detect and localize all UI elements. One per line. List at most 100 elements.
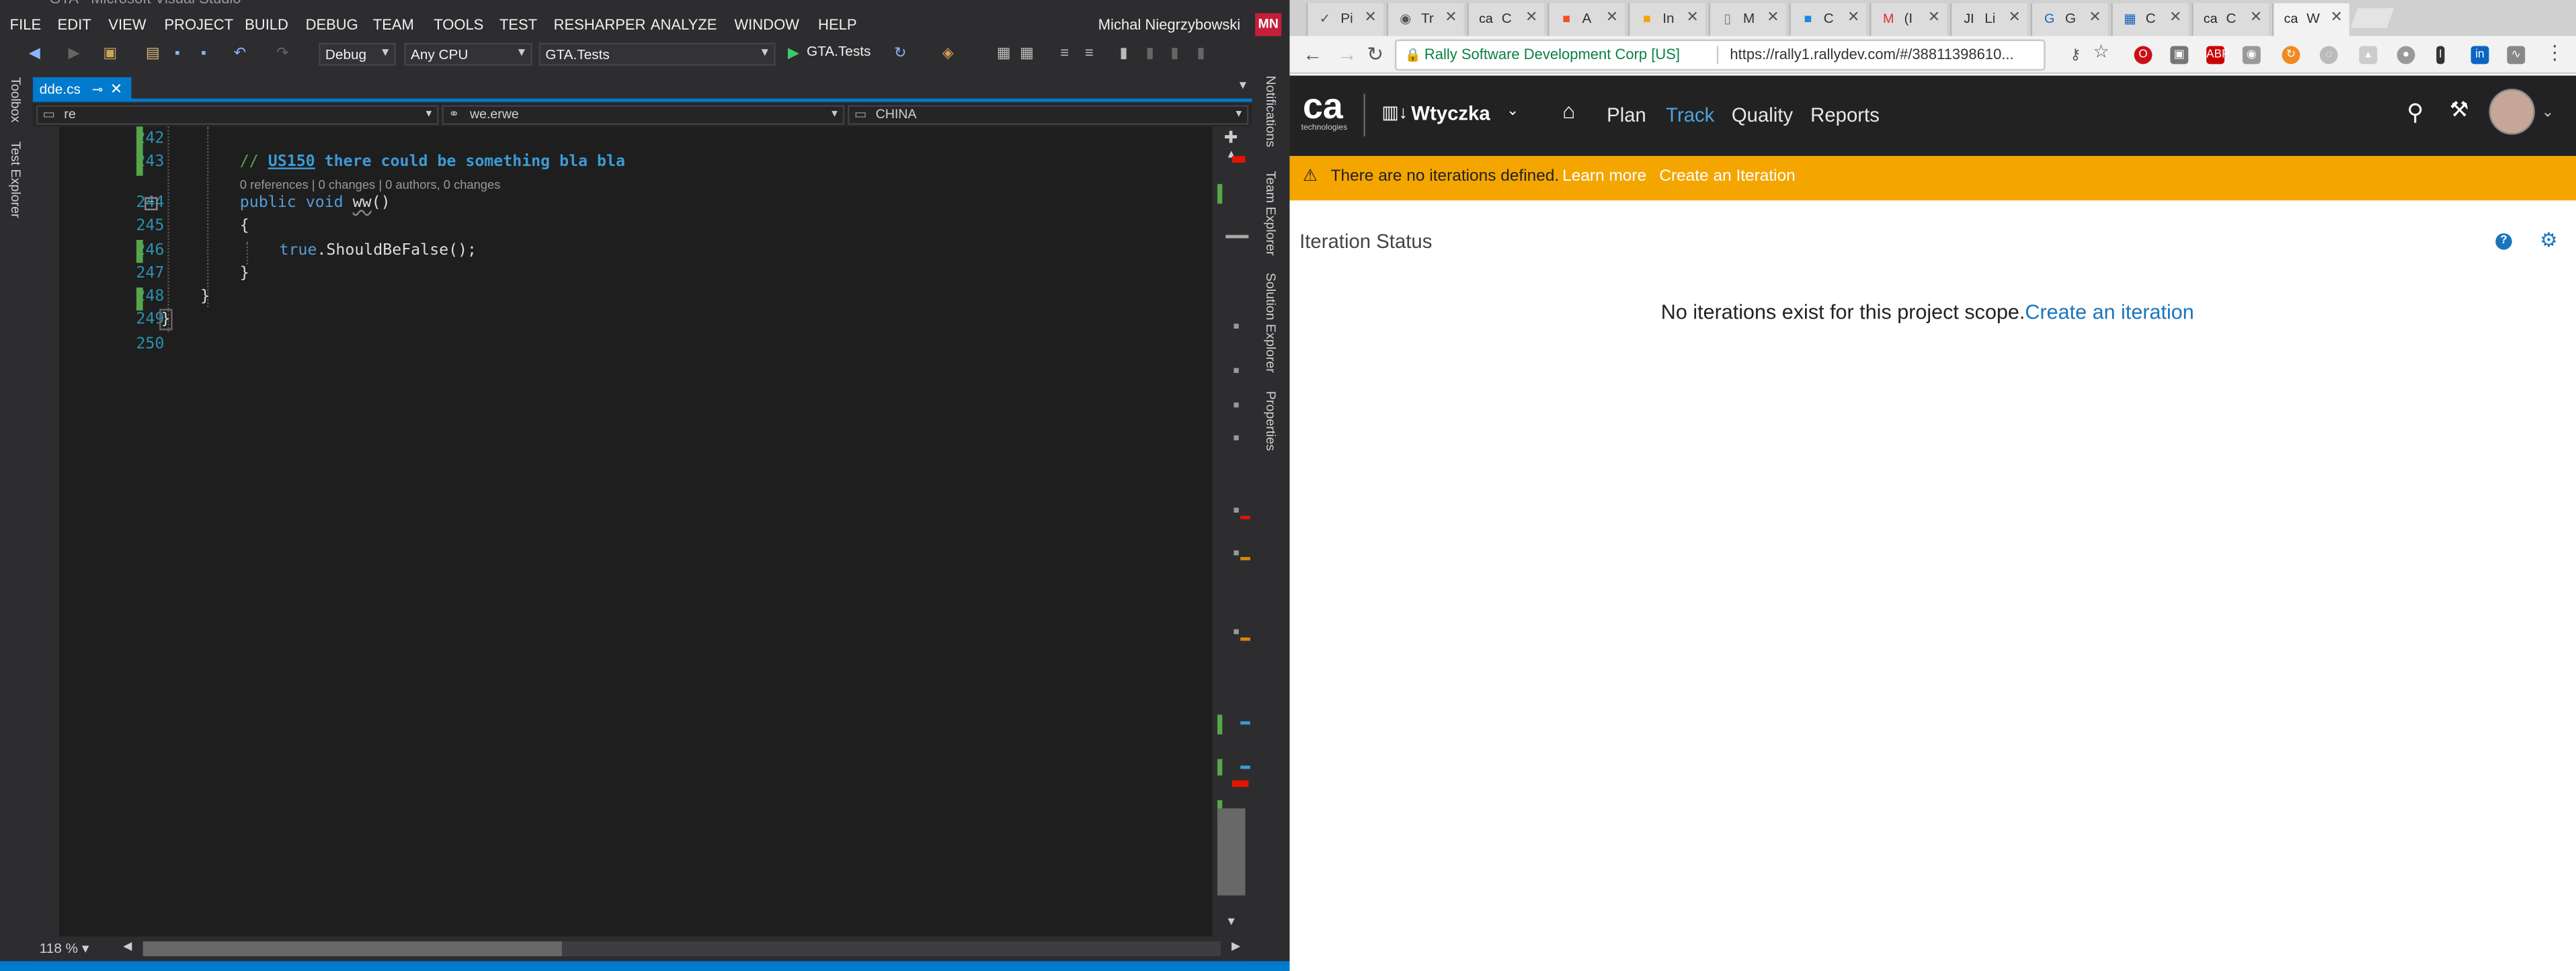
solution-explorer-tab[interactable]: Solution Explorer — [1263, 273, 1278, 373]
key-icon[interactable]: ⚷ — [2070, 41, 2081, 69]
document-tab[interactable]: dde.cs ⊸ ✕ — [32, 77, 132, 102]
properties-tab[interactable]: Properties — [1263, 391, 1278, 451]
close-icon[interactable]: ✕ — [1767, 8, 1779, 26]
extension-icon[interactable]: ∿ — [2507, 46, 2526, 65]
new-project-icon[interactable]: ▣ — [102, 44, 118, 60]
chevron-down-icon[interactable]: ⌄ — [2542, 103, 2554, 122]
linkedin-icon[interactable]: in — [2470, 46, 2489, 65]
back-icon[interactable]: ← — [1303, 43, 1322, 66]
adblock-icon[interactable]: ABP — [2206, 46, 2229, 65]
menu-file[interactable]: FILE — [10, 16, 41, 32]
start-debugging-icon[interactable]: ▶ — [785, 44, 801, 60]
extension-icon[interactable]: ▴ — [2359, 46, 2378, 65]
nav-quality[interactable]: Quality — [1732, 103, 1793, 126]
menu-edit[interactable]: EDIT — [58, 16, 91, 32]
browser-tab[interactable]: ■ In ✕ — [1627, 3, 1705, 36]
address-bar[interactable]: 🔒 Rally Software Development Corp [US] h… — [1394, 39, 2109, 71]
bookmark-star-icon[interactable]: ☆ — [2093, 40, 2109, 68]
close-icon[interactable]: ✕ — [2089, 8, 2101, 26]
avatar[interactable] — [2489, 89, 2535, 135]
browser-tab[interactable]: ca C ✕ — [2191, 3, 2269, 36]
split-icon[interactable]: ✚ — [1224, 130, 1238, 148]
close-icon[interactable]: ✕ — [1928, 8, 1940, 26]
extension-icon[interactable]: ● — [2397, 46, 2415, 65]
menu-debug[interactable]: DEBUG — [306, 16, 358, 32]
tools-icon[interactable]: ⚒ — [2450, 97, 2468, 123]
scroll-down-icon[interactable]: ▼ — [1225, 917, 1237, 928]
uncomment-icon[interactable]: ≡ — [1081, 44, 1097, 60]
tab-overflow-icon[interactable]: ▼ — [1237, 81, 1248, 92]
browser-tab[interactable]: ✓ Pi ✕ — [1305, 3, 1383, 36]
close-icon[interactable]: ✕ — [1847, 8, 1859, 26]
notifications-tab[interactable]: Notifications — [1263, 75, 1278, 147]
solution-configuration-select[interactable]: Debug ▼ — [319, 42, 396, 66]
vertical-scrollbar[interactable]: ✚ ▲ ▼ — [1212, 126, 1252, 937]
gear-icon[interactable]: ⚙ — [2540, 228, 2557, 251]
bookmark-clear-icon[interactable]: ▮ — [1193, 44, 1209, 60]
test-explorer-tab[interactable]: Test Explorer — [8, 141, 23, 218]
close-icon[interactable]: ✕ — [1687, 8, 1699, 26]
type-select[interactable]: ⚭ we.erwe ▼ — [442, 105, 845, 125]
scroll-right-icon[interactable]: ▶ — [1232, 940, 1240, 953]
pin-icon[interactable]: ⊸ — [92, 77, 103, 102]
lock-icon[interactable]: 🔒 — [1405, 41, 1421, 69]
horizontal-scrollbar[interactable]: ◀ ▶ — [123, 941, 1240, 956]
close-icon[interactable]: ✕ — [2009, 8, 2021, 26]
extension-icon[interactable]: ◌ — [2319, 46, 2338, 65]
team-explorer-tab[interactable]: Team Explorer — [1263, 171, 1278, 255]
member-select[interactable]: ▭ CHINA ▼ — [848, 105, 1249, 125]
camera-extension-icon[interactable]: ◉ — [2242, 46, 2261, 65]
browser-tab[interactable]: G G ✕ — [2030, 3, 2108, 36]
code-editor[interactable]: 242 243 244 245 246 247 248 249 250 − //… — [32, 126, 1213, 937]
bookmark-next-icon[interactable]: ▮ — [1166, 44, 1182, 60]
learn-more-link[interactable]: Learn more — [1562, 167, 1646, 185]
open-folder-icon[interactable]: ▤ — [145, 44, 161, 60]
chevron-down-icon[interactable]: ⌄ — [1506, 102, 1519, 120]
bookmark-prev-icon[interactable]: ▮ — [1142, 44, 1158, 60]
back-icon[interactable]: ◀ — [26, 44, 42, 60]
menu-resharper[interactable]: RESHARPER — [554, 16, 646, 32]
signed-in-user[interactable]: Michal Niegrzybowski — [1098, 16, 1240, 32]
new-tab-button[interactable] — [2350, 8, 2394, 28]
extension-icon[interactable]: Ι — [2436, 46, 2445, 65]
toolbar-tool-icon[interactable]: ▦ — [1018, 44, 1035, 60]
search-icon[interactable]: ⚲ — [2407, 99, 2423, 127]
create-iteration-link[interactable]: Create an Iteration — [1659, 167, 1795, 185]
close-icon[interactable]: ✕ — [2250, 8, 2262, 26]
menu-build[interactable]: BUILD — [245, 16, 288, 32]
undo-icon[interactable]: ↶ — [232, 44, 248, 60]
refresh-icon[interactable]: ↻ — [892, 44, 908, 60]
nav-track[interactable]: Track — [1666, 103, 1714, 126]
browser-tab[interactable]: ca C ✕ — [1467, 3, 1545, 36]
codelens-indicators[interactable]: 0 references | 0 changes | 0 authors, 0 … — [240, 177, 501, 192]
toolbar-tool-icon[interactable]: ▦ — [996, 44, 1012, 60]
browser-tab[interactable]: M (I ✕ — [1869, 3, 1947, 36]
menu-analyze[interactable]: ANALYZE — [651, 16, 717, 32]
menu-tools[interactable]: TOOLS — [434, 16, 483, 32]
close-icon[interactable]: ✕ — [110, 77, 122, 102]
menu-project[interactable]: PROJECT — [164, 16, 233, 32]
close-icon[interactable]: ✕ — [1525, 8, 1537, 26]
collapse-icon[interactable]: − — [145, 197, 158, 210]
start-target-label[interactable]: GTA.Tests — [807, 43, 871, 59]
scroll-left-icon[interactable]: ◀ — [123, 940, 132, 953]
user-avatar[interactable]: MN — [1255, 13, 1282, 36]
close-icon[interactable]: ✕ — [2169, 8, 2181, 26]
menu-team[interactable]: TEAM — [373, 16, 414, 32]
comment-icon[interactable]: ≡ — [1056, 44, 1072, 60]
reload-icon[interactable]: ↻ — [1367, 43, 1383, 66]
menu-test[interactable]: TEST — [499, 16, 537, 32]
forward-icon[interactable]: ▶ — [66, 44, 82, 60]
close-icon[interactable]: ✕ — [1365, 8, 1377, 26]
zoom-level-select[interactable]: 118 % ▾ — [40, 940, 89, 958]
nav-reports[interactable]: Reports — [1810, 103, 1880, 126]
menu-help[interactable]: HELP — [818, 16, 856, 32]
browser-tab[interactable]: JI Li ✕ — [1949, 3, 2027, 36]
browser-tab[interactable]: ■ C ✕ — [1789, 3, 1867, 36]
home-icon[interactable]: ⌂ — [1562, 99, 1575, 124]
scrollbar-thumb[interactable] — [143, 941, 562, 956]
toolbox-tab[interactable]: Toolbox — [8, 77, 23, 122]
browser-tab[interactable]: ◉ Tr ✕ — [1386, 3, 1464, 36]
save-all-icon[interactable]: ▪ — [196, 44, 212, 60]
menu-window[interactable]: WINDOW — [734, 16, 799, 32]
